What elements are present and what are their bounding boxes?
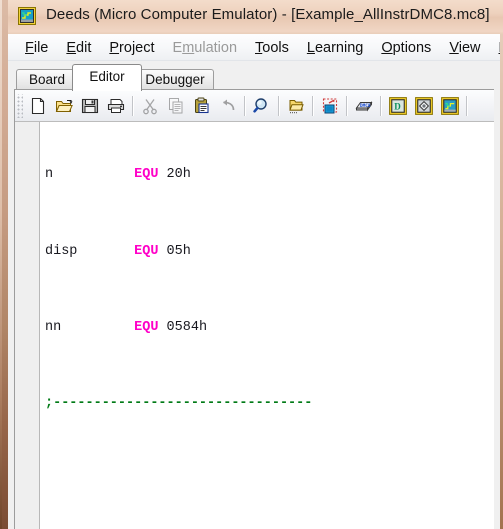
code-area[interactable]: n EQU 20h disp EQU 05h nn EQU 0584h ;---… bbox=[15, 122, 494, 529]
toolbar-separator bbox=[380, 95, 382, 116]
assemble-icon[interactable] bbox=[317, 93, 343, 119]
chip-icon bbox=[18, 7, 36, 25]
search-magnifier-icon[interactable] bbox=[249, 93, 275, 119]
memory-chip-icon[interactable]: DMC8 bbox=[351, 93, 377, 119]
save-disk-icon[interactable] bbox=[77, 93, 103, 119]
toolbar-separator bbox=[132, 95, 134, 116]
title-bar[interactable]: Deeds (Micro Computer Emulator) - [Examp… bbox=[8, 0, 503, 34]
menu-item-project[interactable]: Project bbox=[100, 38, 163, 58]
equ-pad2 bbox=[77, 244, 134, 259]
source-code-text[interactable]: n EQU 20h disp EQU 05h nn EQU 0584h ;---… bbox=[41, 122, 494, 529]
menu-item-options[interactable]: Options bbox=[372, 38, 440, 58]
toolbar-separator bbox=[244, 95, 246, 116]
editor-panel: DMC8 D n EQU 20h disp EQU 05h nn EQU 058… bbox=[14, 89, 494, 529]
code-line: n EQU 20h bbox=[45, 165, 494, 184]
deeds-fsm-icon[interactable] bbox=[411, 93, 437, 119]
editor-gutter bbox=[15, 122, 40, 529]
tab-board[interactable]: Board bbox=[16, 69, 78, 91]
equ-space bbox=[158, 167, 166, 182]
equ-label: nn bbox=[45, 319, 62, 335]
equ-label: n bbox=[45, 167, 54, 183]
client-area: File Edit Project Emulation Tools Learni… bbox=[8, 34, 500, 529]
toolbar-separator bbox=[312, 95, 314, 116]
menu-item-tools[interactable]: Tools bbox=[246, 38, 298, 58]
svg-text:D: D bbox=[394, 101, 401, 111]
window-frame-left-highlight bbox=[0, 0, 2, 529]
equ-pad1 bbox=[53, 167, 134, 182]
equ-space bbox=[158, 244, 166, 259]
tab-editor[interactable]: Editor bbox=[72, 64, 142, 91]
equ-space bbox=[158, 320, 166, 335]
open-folder-icon[interactable] bbox=[51, 93, 77, 119]
cut-scissors-icon bbox=[137, 93, 163, 119]
equ-keyword: EQU bbox=[134, 243, 159, 259]
equ-value: 0584h bbox=[166, 319, 208, 335]
toolbar-separator bbox=[346, 95, 348, 116]
code-line: disp EQU 05h bbox=[45, 242, 494, 261]
window-title: Deeds (Micro Computer Emulator) - [Examp… bbox=[46, 6, 490, 23]
undo-arrow-icon bbox=[215, 93, 241, 119]
application-window: Deeds (Micro Computer Emulator) - [Examp… bbox=[0, 0, 503, 529]
code-comment-line: ;-------------------------------- bbox=[45, 396, 313, 412]
equ-pad3 bbox=[61, 320, 134, 335]
tab-strip: Board Editor Debugger bbox=[8, 61, 500, 91]
paste-clipboard-icon[interactable] bbox=[189, 93, 215, 119]
menu-item-emulation: Emulation bbox=[172, 39, 238, 56]
toolbar-separator bbox=[278, 95, 280, 116]
toolbar-grip-handle[interactable] bbox=[16, 93, 23, 118]
editor-toolbar: DMC8 D bbox=[15, 90, 494, 122]
equ-value: 20h bbox=[166, 167, 191, 183]
equ-keyword: EQU bbox=[134, 319, 159, 335]
deeds-d-icon[interactable]: D bbox=[385, 93, 411, 119]
equ-label: disp bbox=[45, 243, 78, 259]
menu-item-file[interactable]: File bbox=[16, 38, 57, 58]
equ-value: 05h bbox=[166, 243, 191, 259]
copy-icon bbox=[163, 93, 189, 119]
project-folder-icon[interactable] bbox=[283, 93, 309, 119]
svg-text:DMC8: DMC8 bbox=[360, 103, 371, 109]
toolbar-separator bbox=[466, 95, 468, 116]
equ-keyword: EQU bbox=[134, 167, 159, 183]
deeds-mc-icon[interactable] bbox=[437, 93, 463, 119]
code-line: nn EQU 0584h bbox=[45, 318, 494, 337]
menu-item-view[interactable]: View bbox=[440, 38, 489, 58]
tab-debugger[interactable]: Debugger bbox=[136, 69, 214, 91]
print-icon[interactable] bbox=[103, 93, 129, 119]
menu-bar: File Edit Project Emulation Tools Learni… bbox=[8, 35, 500, 61]
menu-item-learning[interactable]: Learning bbox=[298, 38, 372, 58]
menu-item-help[interactable]: Help bbox=[490, 38, 501, 58]
menu-item-edit[interactable]: Edit bbox=[57, 38, 100, 58]
new-file-icon[interactable] bbox=[25, 93, 51, 119]
